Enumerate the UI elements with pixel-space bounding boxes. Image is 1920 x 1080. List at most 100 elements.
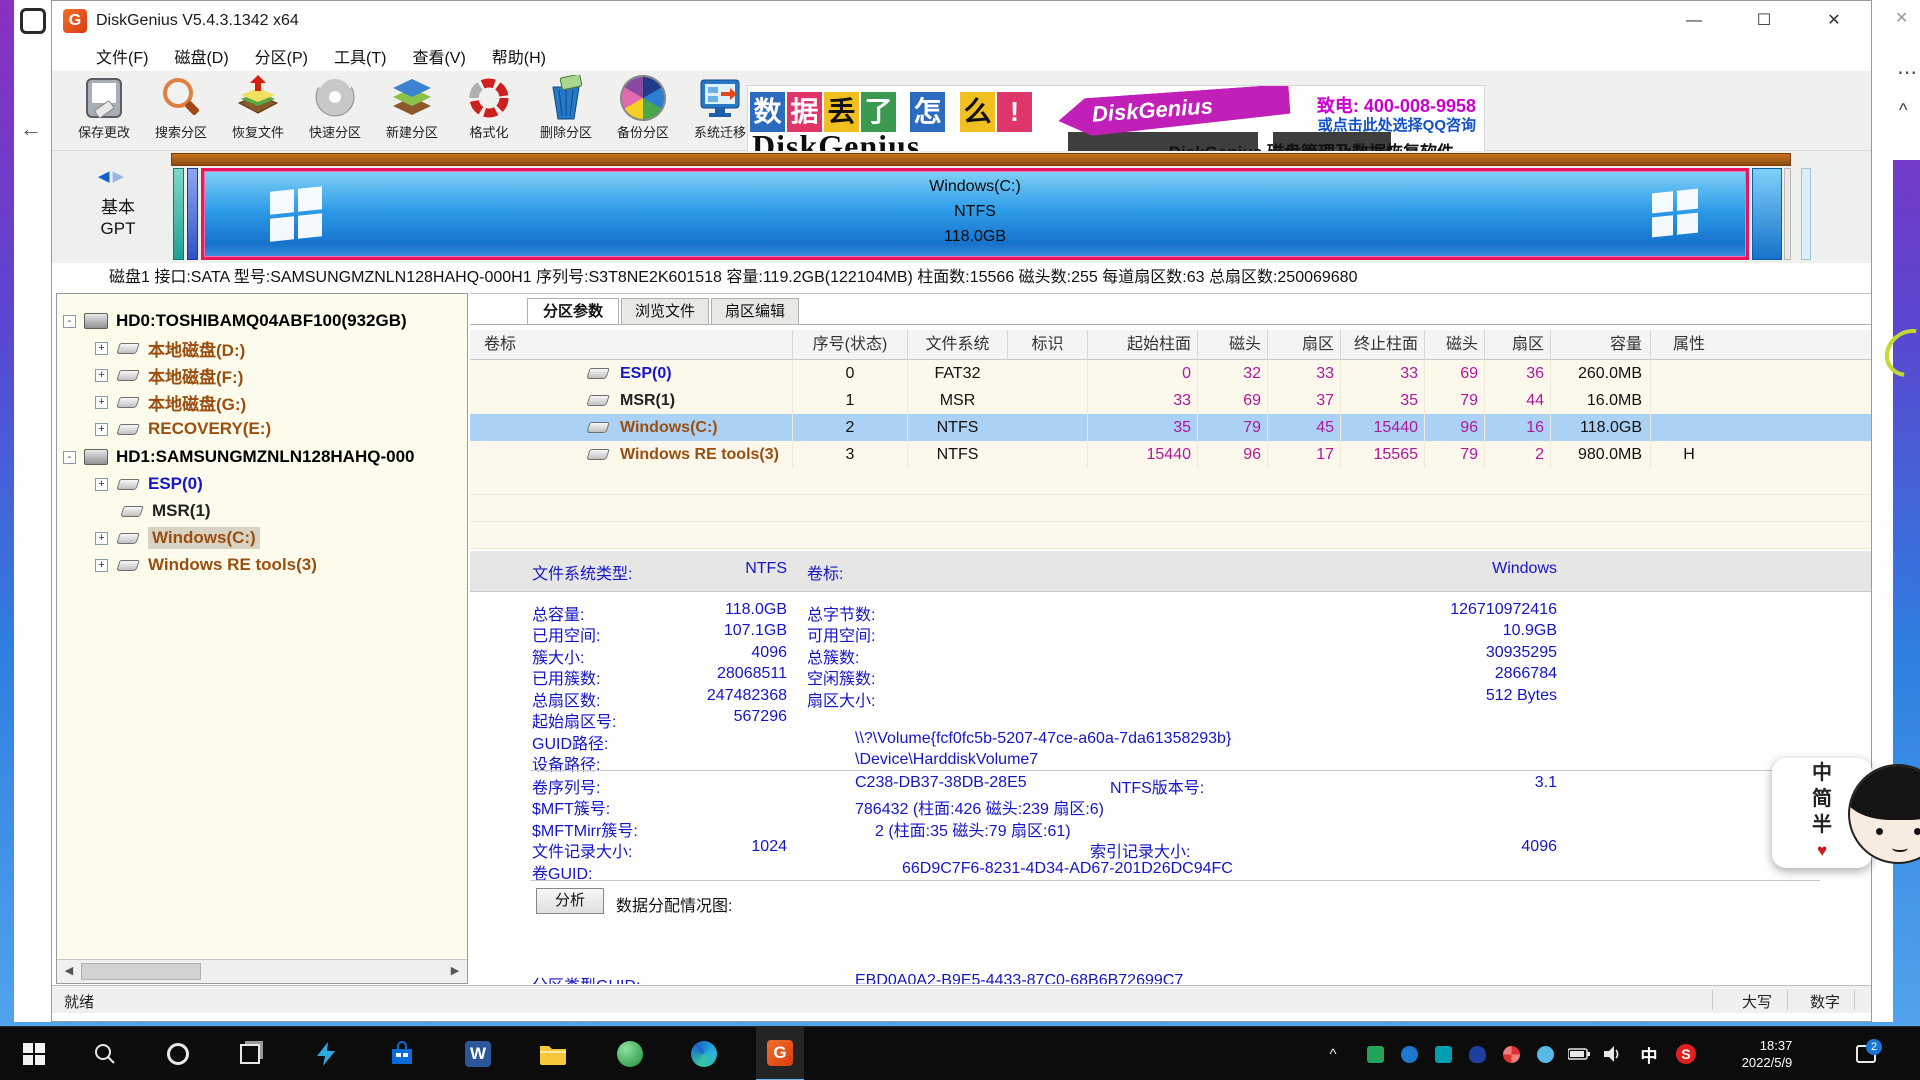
tree-item-hd0[interactable]: - HD0:TOSHIBAMQ04ABF100(932GB) bbox=[63, 308, 407, 334]
taskbar-search-button[interactable] bbox=[81, 1027, 129, 1080]
tree-item-windows-c[interactable]: + Windows(C:) bbox=[95, 525, 260, 551]
tray-icon-security[interactable] bbox=[1360, 1027, 1390, 1080]
menu-help[interactable]: 帮助(H) bbox=[492, 44, 546, 68]
col-start-head[interactable]: 磁头 bbox=[1197, 330, 1267, 360]
table-row-esp[interactable]: ESP(0) 0 FAT32 0 32 33 33 69 36 260.0MB bbox=[470, 360, 1871, 387]
tray-icon-blue-app[interactable] bbox=[1394, 1027, 1424, 1080]
tree-horizontal-scrollbar[interactable]: ◀ ▶ bbox=[57, 959, 467, 983]
taskbar-app-explorer[interactable] bbox=[529, 1027, 577, 1080]
col-volume-label[interactable]: 卷标 bbox=[484, 330, 516, 360]
scrollbar-thumb[interactable] bbox=[81, 963, 201, 980]
col-capacity[interactable]: 容量 bbox=[1550, 330, 1650, 360]
menu-file[interactable]: 文件(F) bbox=[96, 44, 148, 68]
tree-item-local-f[interactable]: + 本地磁盘(F:) bbox=[95, 362, 243, 388]
prev-disk-icon[interactable]: ◀ bbox=[98, 168, 113, 185]
scroll-left-icon[interactable]: ◀ bbox=[57, 960, 81, 983]
save-changes-button[interactable]: 保存更改 bbox=[66, 73, 142, 149]
expand-icon[interactable]: + bbox=[95, 423, 108, 436]
taskbar-app-lightning[interactable] bbox=[302, 1027, 350, 1080]
tab-browse-files[interactable]: 浏览文件 bbox=[621, 298, 709, 324]
disk-nav-arrows[interactable]: ◀▶ bbox=[98, 167, 127, 185]
col-seq-status[interactable]: 序号(状态) bbox=[792, 330, 907, 360]
expand-icon[interactable]: + bbox=[95, 532, 108, 545]
tray-icon-360[interactable] bbox=[1530, 1027, 1560, 1080]
notification-center-button[interactable]: 2 bbox=[1842, 1027, 1890, 1080]
taskbar-clock[interactable]: 18:37 2022/5/9 bbox=[1712, 1027, 1822, 1080]
back-arrow-icon[interactable]: ← bbox=[20, 116, 42, 142]
taskbar-app-word[interactable]: W bbox=[454, 1027, 502, 1080]
tray-icon-red-app[interactable] bbox=[1496, 1027, 1526, 1080]
collapse-icon[interactable]: - bbox=[63, 315, 76, 328]
table-row-msr[interactable]: MSR(1) 1 MSR 33 69 37 35 79 44 16.0MB bbox=[470, 387, 1871, 414]
col-start-sector[interactable]: 扇区 bbox=[1267, 330, 1340, 360]
col-end-cyl[interactable]: 终止柱面 bbox=[1340, 330, 1424, 360]
disk-hd0-strip[interactable] bbox=[171, 153, 1791, 166]
close-button[interactable]: ✕ bbox=[1806, 1, 1862, 41]
col-id[interactable]: 标识 bbox=[1007, 330, 1087, 360]
scroll-right-icon[interactable]: ▶ bbox=[443, 960, 467, 983]
taskbar-app-diskgenius-active[interactable]: G bbox=[756, 1027, 804, 1080]
tray-icon-qq[interactable] bbox=[1462, 1027, 1492, 1080]
banner-qq-link[interactable]: 或点击此处选择QQ咨询 bbox=[1318, 114, 1476, 135]
detail-key: NTFS版本号: bbox=[1110, 774, 1204, 798]
col-end-sector[interactable]: 扇区 bbox=[1484, 330, 1550, 360]
tree-item-recovery-e[interactable]: + RECOVERY(E:) bbox=[95, 416, 271, 442]
start-button[interactable] bbox=[10, 1027, 58, 1080]
ghost-close-icon[interactable]: ✕ bbox=[1895, 8, 1908, 28]
expand-icon[interactable]: + bbox=[95, 478, 108, 491]
tray-icon-teal-app[interactable] bbox=[1428, 1027, 1458, 1080]
menu-tools[interactable]: 工具(T) bbox=[334, 44, 386, 68]
cortana-button[interactable] bbox=[154, 1027, 202, 1080]
ime-indicator[interactable]: 中 bbox=[1632, 1027, 1666, 1080]
battery-indicator[interactable] bbox=[1564, 1027, 1594, 1080]
windows-re-partition-block[interactable] bbox=[1752, 168, 1782, 260]
clock-date: 2022/5/9 bbox=[1742, 1054, 1793, 1071]
format-button[interactable]: 格式化 bbox=[451, 73, 527, 149]
taskbar-app-green-browser[interactable] bbox=[606, 1027, 654, 1080]
sogou-tray-icon[interactable]: S bbox=[1670, 1027, 1702, 1080]
tree-item-local-d[interactable]: + 本地磁盘(D:) bbox=[95, 335, 245, 361]
expand-icon[interactable]: + bbox=[95, 369, 108, 382]
esp-partition-block[interactable] bbox=[173, 168, 184, 260]
scroll-up-icon[interactable]: ^ bbox=[1899, 100, 1907, 121]
collapse-icon[interactable]: - bbox=[63, 451, 76, 464]
delete-partition-button[interactable]: 删除分区 bbox=[528, 73, 604, 149]
backup-partition-button[interactable]: 备份分区 bbox=[605, 73, 681, 149]
task-view-button[interactable] bbox=[226, 1027, 274, 1080]
tree-item-esp[interactable]: + ESP(0) bbox=[95, 471, 203, 497]
col-end-head[interactable]: 磁头 bbox=[1424, 330, 1484, 360]
tree-item-local-g[interactable]: + 本地磁盘(G:) bbox=[95, 389, 246, 415]
new-partition-button[interactable]: 新建分区 bbox=[374, 73, 450, 149]
col-filesystem[interactable]: 文件系统 bbox=[907, 330, 1007, 360]
tree-item-msr[interactable]: MSR(1) bbox=[112, 498, 211, 524]
tree-item-windows-re[interactable]: + Windows RE tools(3) bbox=[95, 552, 317, 578]
expand-icon[interactable]: + bbox=[95, 396, 108, 409]
msr-partition-block[interactable] bbox=[187, 168, 198, 260]
quick-partition-button[interactable]: 快速分区 bbox=[297, 73, 373, 149]
tab-partition-params[interactable]: 分区参数 bbox=[527, 298, 619, 324]
col-start-cyl[interactable]: 起始柱面 bbox=[1087, 330, 1197, 360]
menu-partition[interactable]: 分区(P) bbox=[255, 44, 308, 68]
tab-sector-edit[interactable]: 扇区编辑 bbox=[711, 298, 799, 324]
menu-disk[interactable]: 磁盘(D) bbox=[174, 44, 228, 68]
search-partition-button[interactable]: 搜索分区 bbox=[143, 73, 219, 149]
expand-icon[interactable]: + bbox=[95, 559, 108, 572]
expand-icon[interactable]: + bbox=[95, 342, 108, 355]
next-disk-icon[interactable]: ▶ bbox=[113, 168, 128, 185]
disk-bar-scrollbar[interactable] bbox=[1801, 168, 1811, 260]
maximize-button[interactable]: ☐ bbox=[1736, 1, 1792, 41]
tree-item-hd1[interactable]: - HD1:SAMSUNGMZNLN128HAHQ-000 bbox=[63, 444, 415, 470]
hidden-icons-button[interactable]: ^ bbox=[1318, 1027, 1348, 1080]
windows-c-partition-block[interactable]: Windows(C:) NTFS 118.0GB bbox=[201, 168, 1749, 260]
taskbar-app-store[interactable] bbox=[378, 1027, 426, 1080]
col-attributes[interactable]: 属性 bbox=[1650, 330, 1727, 360]
menu-view[interactable]: 查看(V) bbox=[412, 44, 465, 68]
table-row-windows-re[interactable]: Windows RE tools(3) 3 NTFS 15440 96 17 1… bbox=[470, 441, 1871, 468]
overflow-menu-icon[interactable]: ⋯ bbox=[1897, 60, 1917, 85]
taskbar-app-edge[interactable] bbox=[680, 1027, 728, 1080]
recover-files-button[interactable]: 恢复文件 bbox=[220, 73, 296, 149]
analyze-button[interactable]: 分析 bbox=[536, 888, 604, 914]
table-row-windows-c-selected[interactable]: Windows(C:) 2 NTFS 35 79 45 15440 96 16 … bbox=[470, 414, 1871, 441]
minimize-button[interactable]: — bbox=[1666, 1, 1722, 41]
volume-indicator[interactable] bbox=[1598, 1027, 1628, 1080]
